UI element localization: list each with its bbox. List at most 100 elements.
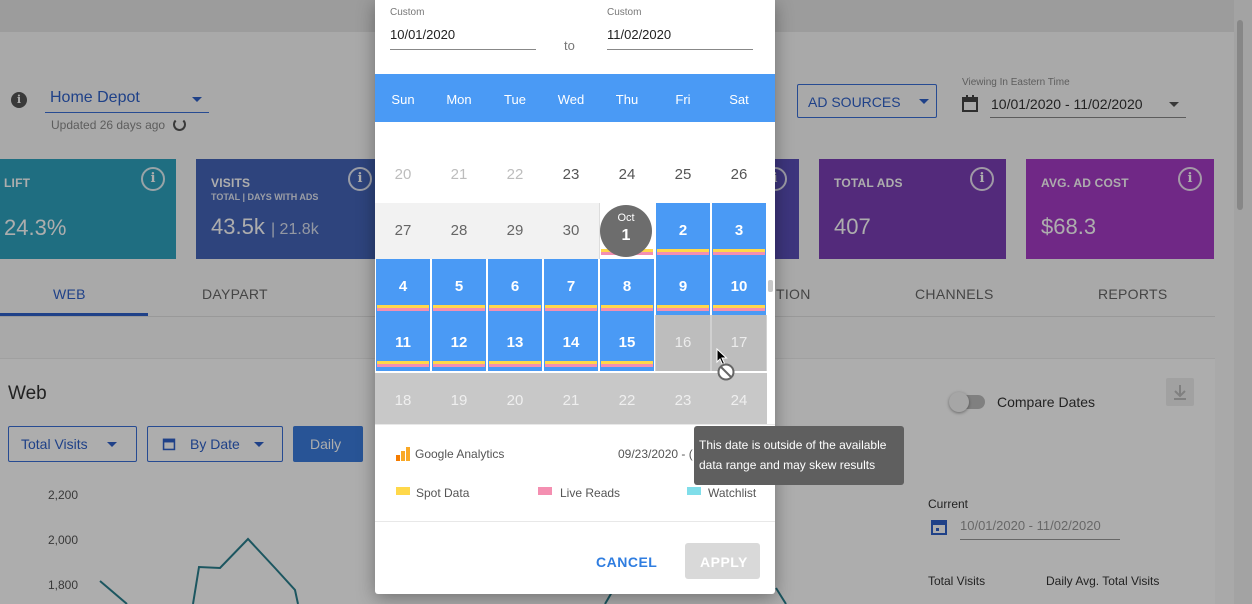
weekday-label: Tue [504,92,526,107]
day-number: 22 [618,392,636,409]
calendar-day[interactable]: 25 [655,147,711,203]
day-number: 25 [674,166,692,183]
live-reads-marker [489,364,541,367]
calendar-day[interactable]: 26 [711,147,767,203]
calendar-day-selected[interactable]: 13 [487,315,543,371]
calendar-day[interactable]: 28 [431,203,487,259]
day-number: 4 [398,278,408,295]
day-number: 24 [730,392,748,409]
calendar-day-selected[interactable]: 7 [543,259,599,315]
cancel-label: CANCEL [596,554,658,570]
day-number: 10 [730,278,748,295]
partial-week-row [375,122,775,124]
day-number: 21 [562,392,580,409]
day-number: 9 [678,278,688,295]
day-number: 19 [450,392,468,409]
from-date-field[interactable]: 10/01/2020 [390,22,536,50]
calendar-day[interactable]: 24 [599,147,655,203]
weekday-label: Sat [729,92,749,107]
to-date-field[interactable]: 11/02/2020 [607,22,753,50]
day-number: 3 [734,222,744,239]
legend-label: Spot Data [416,486,470,500]
weekday-label: Fri [675,92,691,107]
weekday-label: Thu [615,92,639,107]
day-number: 6 [510,278,520,295]
calendar-day-disabled[interactable]: 22 [599,373,655,424]
calendar-day-selected[interactable]: 2 [655,203,711,259]
calendar-day-selected[interactable]: 10 [711,259,767,315]
day-number: 5 [454,278,464,295]
live-reads-marker [489,308,541,311]
calendar-day-disabled[interactable]: 21 [543,373,599,424]
live-reads-marker [713,308,765,311]
calendar-day-selected[interactable]: 9 [655,259,711,315]
calendar-day[interactable]: 29 [487,203,543,259]
live-reads-marker [377,364,429,367]
weekday-label: Sun [391,92,415,107]
calendar-day-selected[interactable]: 12 [431,315,487,371]
live-reads-marker [545,364,597,367]
from-date-value: 10/01/2020 [390,27,456,42]
calendar-grid[interactable]: 20 21 22 23 24 25 26 27 28 29 30 2 3 Oct… [375,122,775,424]
legend-label: Watchlist [708,486,757,500]
calendar-day-selected[interactable]: 3 [711,203,767,259]
day-number: 1 [621,227,631,244]
day-number: 21 [450,166,468,183]
calendar-day[interactable]: 21 [431,147,487,203]
calendar-day[interactable]: 27 [375,203,431,259]
data-source-name: Google Analytics [415,447,505,461]
calendar-day[interactable]: 20 [375,147,431,203]
calendar-day[interactable]: 23 [543,147,599,203]
out-of-range-tooltip: This date is outside of the available da… [694,426,904,485]
day-number: 13 [506,334,524,351]
calendar-day-selected[interactable]: 14 [543,315,599,371]
calendar-day-selected[interactable]: 15 [599,315,655,371]
cancel-button[interactable]: CANCEL [583,543,663,579]
date-picker-dialog: Custom 10/01/2020 to Custom 11/02/2020 S… [375,0,775,594]
calendar-day-disabled[interactable]: 16 [655,315,711,371]
day-number: 23 [562,166,580,183]
calendar-day-selected[interactable]: 4 [375,259,431,315]
live-reads-marker [377,308,429,311]
tooltip-line: This date is outside of the available [699,438,887,452]
apply-button[interactable]: APPLY [685,543,760,579]
data-source-range: 09/23/2020 - ( [618,447,693,461]
calendar-day-selected[interactable]: 5 [431,259,487,315]
calendar-day-disabled[interactable]: 20 [487,373,543,424]
day-number: 17 [730,334,748,351]
calendar-day-selected[interactable]: 8 [599,259,655,315]
divider [375,424,775,425]
month-label: Oct [617,212,635,224]
weekday-header: Sun Mon Tue Wed Thu Fri Sat [375,74,775,122]
to-caption: Custom [607,7,642,18]
day-number: 28 [450,222,468,239]
live-reads-swatch [538,487,552,495]
calendar-day[interactable]: 30 [543,203,599,259]
calendar-day-disabled[interactable]: 23 [655,373,711,424]
calendar-day-disabled[interactable]: 18 [375,373,431,424]
live-reads-marker [657,252,709,255]
day-number: 23 [674,392,692,409]
day-number: 20 [394,166,412,183]
live-reads-marker [433,364,485,367]
calendar-scrollbar-thumb[interactable] [768,280,773,292]
legend-label: Live Reads [560,486,621,500]
live-reads-marker [601,364,653,367]
calendar-day[interactable]: 22 [487,147,543,203]
day-number: 8 [622,278,632,295]
divider [375,521,775,522]
day-number: 12 [450,334,468,351]
range-start-marker[interactable]: Oct 1 [600,205,652,257]
day-number: 2 [678,222,688,239]
day-number: 22 [506,166,524,183]
watchlist-swatch [687,487,701,495]
day-number: 29 [506,222,524,239]
google-analytics-icon [396,447,410,461]
day-number: 14 [562,334,580,351]
weekday-label: Wed [557,92,585,107]
calendar-day-disabled[interactable]: 19 [431,373,487,424]
calendar-day-selected[interactable]: 6 [487,259,543,315]
day-number: 26 [730,166,748,183]
calendar-day-selected[interactable]: 11 [375,315,431,371]
to-label: to [564,38,575,53]
